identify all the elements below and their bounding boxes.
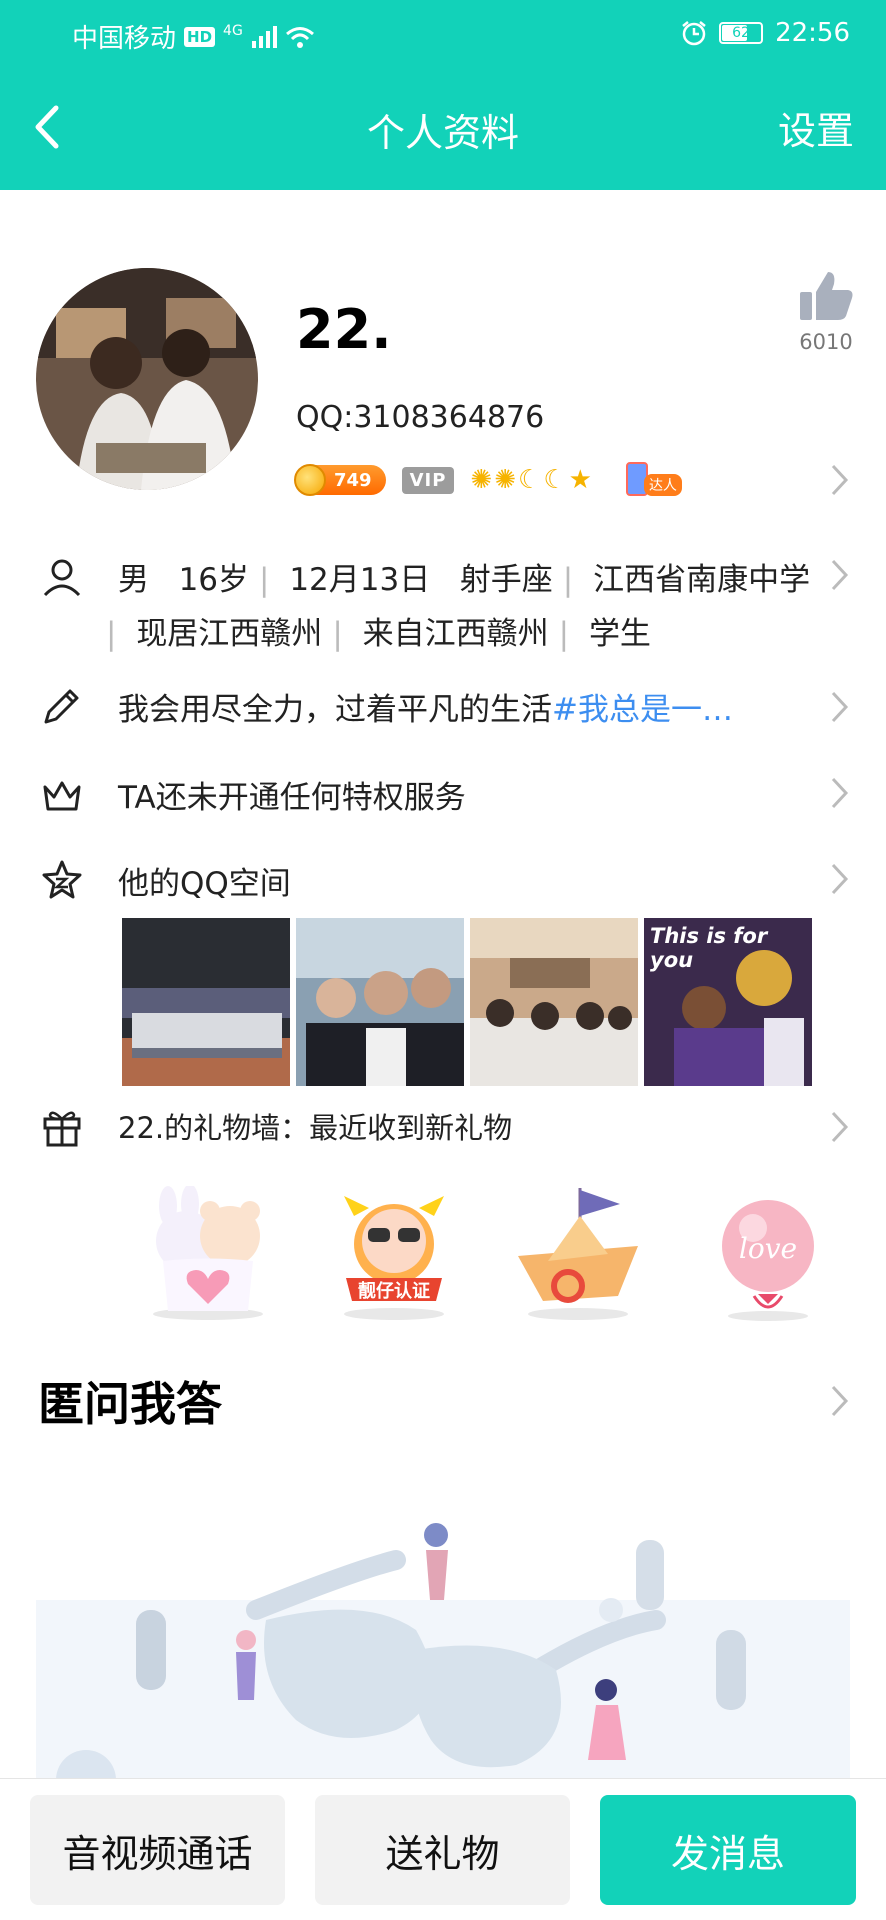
gift-wall-row[interactable]: 22.的礼物墙：最近收到新礼物: [118, 1105, 512, 1147]
alarm-icon: [682, 21, 706, 46]
chevron-right-icon[interactable]: [830, 1384, 850, 1418]
moon-icon: ☾: [543, 465, 567, 495]
location-info[interactable]: | 现居江西赣州 | 来自江西赣州 | 学生: [106, 608, 651, 653]
school: 江西省南康中学: [593, 562, 811, 598]
love-balloon-gift-icon[interactable]: love: [698, 1186, 838, 1326]
level-icons[interactable]: ✺ ✺ ☾ ☾ ★: [470, 465, 592, 495]
qzone-photo[interactable]: [122, 918, 290, 1086]
daren-badge[interactable]: 达人: [608, 462, 694, 498]
chevron-right-icon[interactable]: [830, 690, 850, 724]
like-count: 6010: [799, 330, 853, 354]
qzone-photo[interactable]: [296, 918, 464, 1086]
person-icon: [43, 559, 81, 597]
chevron-right-icon[interactable]: [830, 862, 850, 896]
handsome-badge-gift-icon[interactable]: 靓仔认证: [324, 1186, 464, 1326]
crown-icon: [43, 781, 81, 811]
av-call-button[interactable]: 音视频通话: [30, 1795, 285, 1905]
balloon-text: love: [739, 1232, 797, 1265]
wifi-icon: [285, 26, 314, 48]
signature-text: 我会用尽全力，过着平凡的生活: [118, 692, 552, 728]
gift-badge-text: 靓仔认证: [358, 1280, 430, 1302]
signal-icon: [251, 25, 277, 48]
sun-icon: ✺: [470, 465, 493, 495]
hometown: 来自江西赣州: [362, 616, 549, 652]
nickname: 22.: [296, 298, 392, 361]
clock: 22:56: [775, 18, 850, 48]
carrier-info: 中国移动 HD 4G: [72, 18, 315, 55]
chevron-right-icon[interactable]: [830, 776, 850, 810]
age: 16岁: [178, 562, 250, 598]
badge-row[interactable]: 749 VIP ✺ ✺ ☾ ☾ ★ 达人: [294, 462, 694, 498]
page-title: 个人资料: [366, 111, 519, 155]
battery-icon: 62: [719, 22, 764, 44]
nav-bar: 个人资料 设置: [0, 90, 886, 170]
photo-caption: This is for you: [650, 924, 768, 972]
signature-topic-link[interactable]: #我总是一…: [552, 692, 733, 728]
zodiac: 射手座: [459, 562, 553, 598]
qzone-star-icon: [42, 860, 82, 899]
privilege-row[interactable]: TA还未开通任何特权服务: [118, 772, 466, 817]
bottom-action-bar: 音视频通话 送礼物 发消息: [0, 1778, 886, 1920]
gender: 男: [118, 562, 149, 598]
header-bar: 中国移动 HD 4G 62 22:56 个人资料 设置: [0, 0, 886, 190]
chevron-right-icon[interactable]: [830, 1110, 850, 1144]
qzone-photo[interactable]: This is for you: [644, 918, 812, 1086]
chevron-right-icon[interactable]: [830, 558, 850, 592]
moon-icon: ☾: [518, 465, 542, 495]
sun-icon: ✺: [494, 465, 516, 495]
vip-badge[interactable]: VIP: [401, 466, 455, 494]
coin-count: 749: [334, 469, 372, 491]
star-icon: ★: [568, 465, 592, 495]
basic-info[interactable]: 男 16岁 | 12月13日 射手座 | 江西省南康中学: [118, 554, 810, 599]
daren-label: 达人: [643, 474, 682, 496]
hd-badge: HD: [184, 26, 216, 47]
signature-row[interactable]: 我会用尽全力，过着平凡的生活#我总是一…: [118, 684, 733, 729]
status-bar: 中国移动 HD 4G 62 22:56: [0, 0, 886, 70]
network-type: 4G: [223, 22, 243, 39]
qq-number: QQ:3108364876: [296, 400, 545, 435]
qa-illustration: [36, 1500, 850, 1780]
birthday: 12月13日: [289, 562, 431, 598]
coin-badge[interactable]: 749: [294, 464, 386, 496]
paper-boat-gift-icon[interactable]: [508, 1186, 648, 1326]
occupation: 学生: [588, 616, 651, 652]
bunny-bear-gift-icon[interactable]: [138, 1186, 278, 1326]
coin-icon: [294, 464, 326, 496]
status-right: 62 22:56: [681, 18, 850, 48]
chevron-right-icon[interactable]: [830, 463, 850, 497]
avatar[interactable]: [36, 268, 258, 490]
battery-level: 62: [732, 25, 750, 41]
thumbs-up-icon[interactable]: [798, 270, 854, 322]
pencil-icon: [44, 689, 79, 724]
settings-button[interactable]: 设置: [778, 100, 854, 155]
qzone-row[interactable]: 他的QQ空间: [118, 858, 291, 903]
qzone-photos: This is for you: [122, 918, 812, 1086]
qzone-photo[interactable]: [470, 918, 638, 1086]
gift-icon: [43, 1111, 81, 1147]
like-button[interactable]: 6010: [796, 270, 856, 354]
send-message-button[interactable]: 发消息: [600, 1795, 856, 1905]
send-gift-button[interactable]: 送礼物: [315, 1795, 570, 1905]
carrier-name: 中国移动: [72, 24, 177, 54]
qa-section-title: 匿问我答: [38, 1377, 222, 1431]
current-city: 现居江西赣州: [136, 616, 323, 652]
gift-list: 靓仔认证 love: [132, 1186, 822, 1326]
